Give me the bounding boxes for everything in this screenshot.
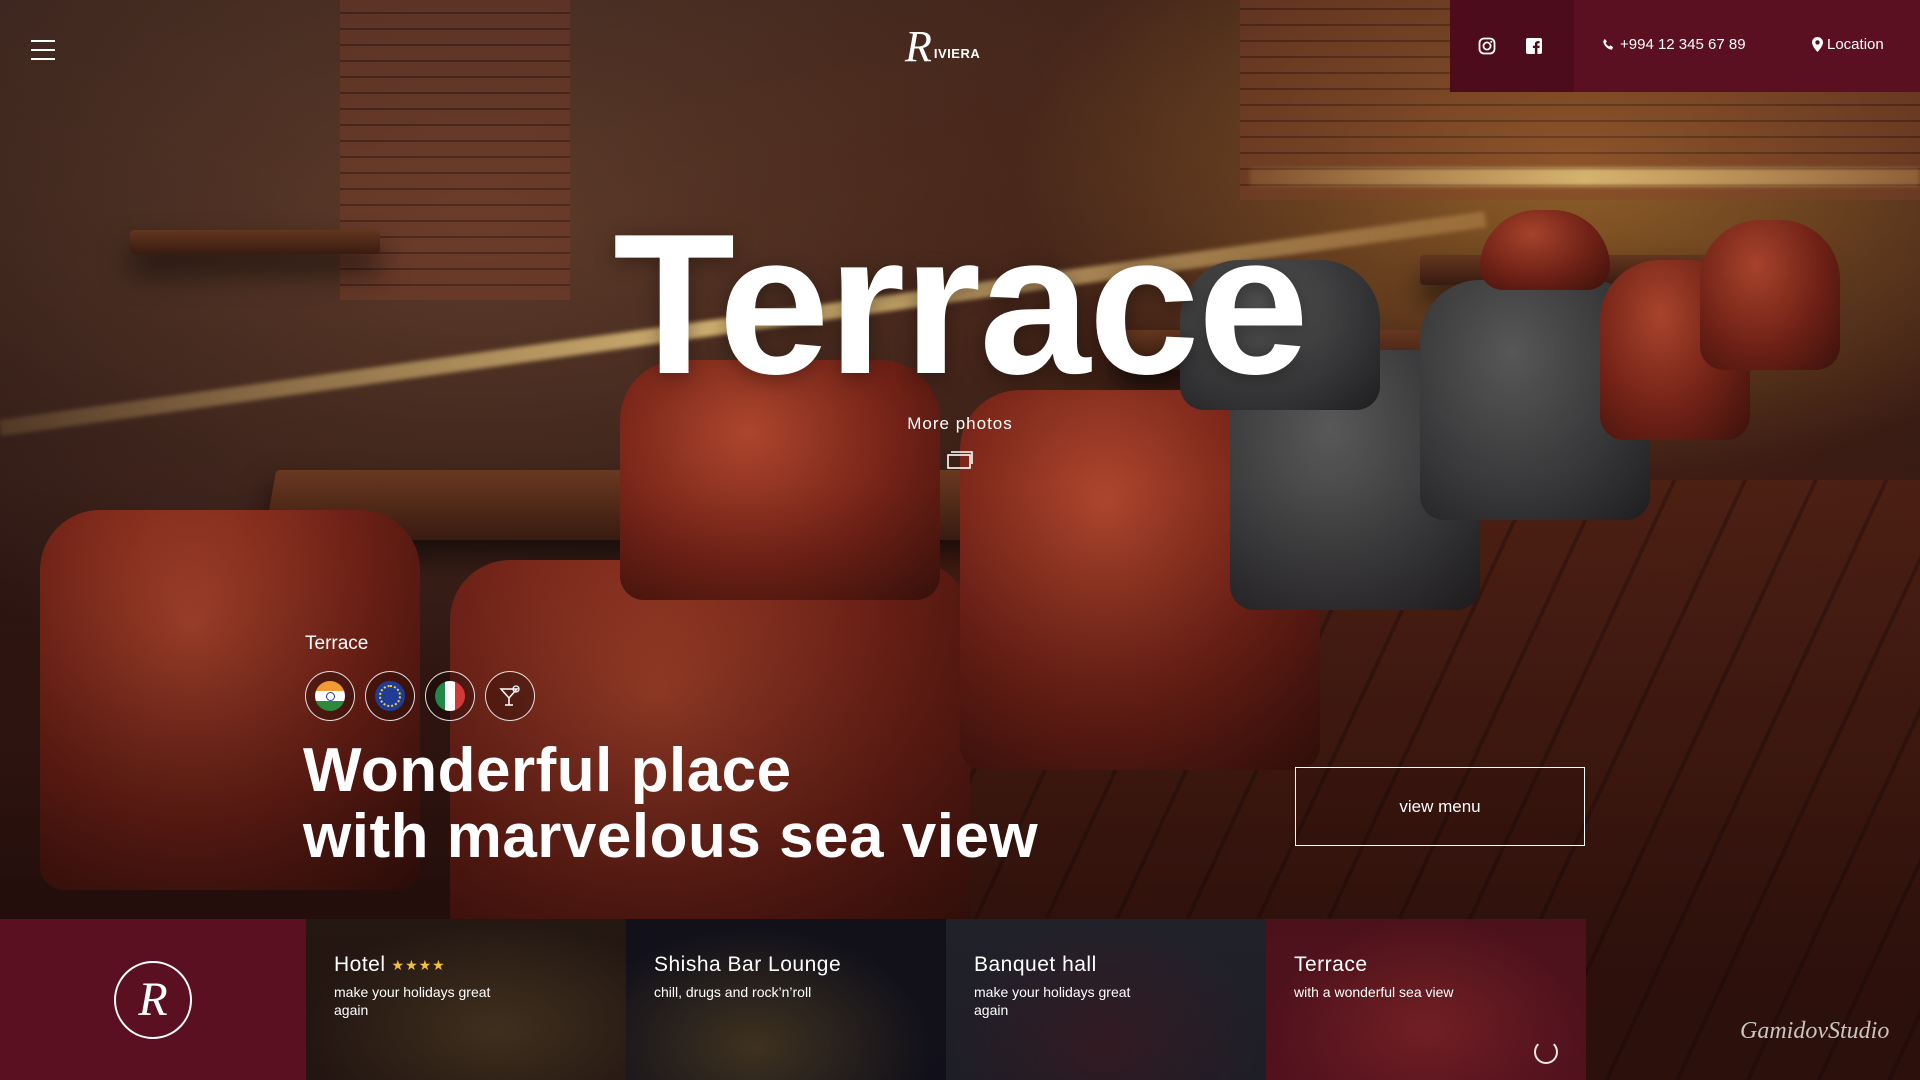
card-title: Hotel: [334, 953, 386, 976]
card-title: Banquet hall: [974, 953, 1097, 976]
logo-emblem: R: [114, 960, 192, 1039]
india-flag-icon: [305, 671, 355, 721]
cocktail-icon: [485, 671, 535, 721]
card-terrace[interactable]: Terrace with a wonderful sea view: [1266, 919, 1586, 1080]
eu-flag-icon: [365, 671, 415, 721]
italy-flag-icon: [425, 671, 475, 721]
footer-logo[interactable]: R: [0, 919, 306, 1080]
card-subtitle: make your holidays great again: [334, 984, 491, 1018]
more-photos-link[interactable]: More photos: [880, 414, 1040, 434]
background-photo: [0, 0, 1920, 1080]
gallery-icon[interactable]: [947, 451, 973, 469]
view-menu-button[interactable]: view menu: [1295, 767, 1585, 846]
menu-button[interactable]: [31, 40, 55, 60]
phone-number: +994 12 345 67 89: [1620, 36, 1746, 53]
facebook-icon[interactable]: [1525, 37, 1543, 55]
card-subtitle: chill, drugs and rock’n’roll: [654, 984, 812, 1000]
section-label: Terrace: [305, 633, 369, 654]
riviera-logo[interactable]: R IVIERA: [905, 22, 1015, 72]
card-title: Terrace: [1294, 953, 1368, 976]
studio-signature: GamidovStudio: [1740, 1018, 1890, 1044]
phone-link[interactable]: +994 12 345 67 89: [1602, 36, 1746, 53]
card-hotel[interactable]: Hotel ★★★★ make your holidays great agai…: [306, 919, 626, 1080]
headline-line-2: with marvelous sea view: [303, 802, 1039, 871]
instagram-icon[interactable]: [1478, 37, 1496, 55]
card-title: Shisha Bar Lounge: [654, 953, 842, 976]
card-subtitle: with a wonderful sea view: [1294, 984, 1454, 1000]
card-subtitle: make your holidays great again: [974, 984, 1131, 1018]
loading-spinner-icon: [1534, 1040, 1558, 1064]
social-links: [1450, 0, 1574, 92]
location-label: Location: [1827, 36, 1884, 53]
headline-line-1: Wonderful place: [303, 736, 792, 805]
hero-headline: Wonderful place with marvelous sea view: [303, 738, 1038, 870]
card-shisha-bar[interactable]: Shisha Bar Lounge chill, drugs and rock’…: [626, 919, 946, 1080]
cuisine-badges: [305, 671, 535, 721]
phone-icon: [1603, 38, 1614, 50]
logo-letter: R: [905, 22, 932, 71]
map-pin-icon: [1812, 37, 1823, 52]
star-rating: ★★★★: [391, 956, 446, 973]
logo-word: IVIERA: [933, 45, 981, 61]
location-link[interactable]: Location: [1812, 36, 1884, 53]
venue-cards: Hotel ★★★★ make your holidays great agai…: [306, 919, 1586, 1080]
card-banquet-hall[interactable]: Banquet hall make your holidays great ag…: [946, 919, 1266, 1080]
hero-title: Terrace: [613, 193, 1309, 416]
